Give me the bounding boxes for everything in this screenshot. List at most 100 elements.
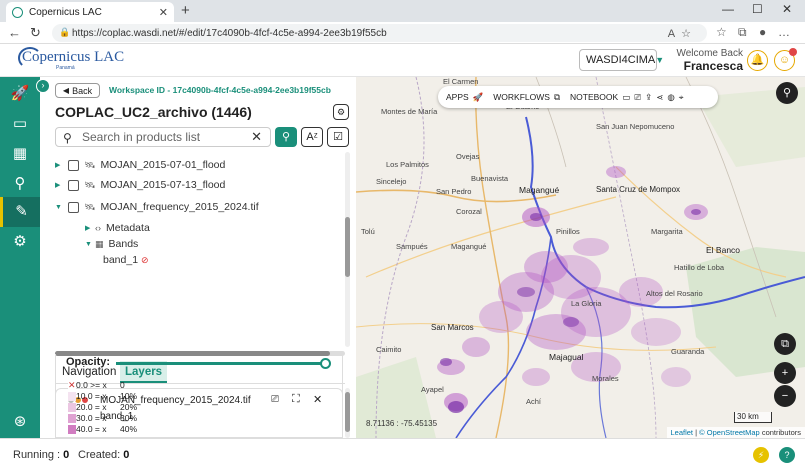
copernicus-logo[interactable]: Copernicus LAC Panamá — [18, 47, 124, 71]
user-name: Francesca — [683, 59, 743, 73]
workspace-settings-icon[interactable]: ⚙ — [333, 104, 349, 120]
expand-arrow-icon[interactable]: ▶ — [55, 161, 65, 169]
legend-range: 10.0 = x — [76, 391, 107, 401]
profile-icon[interactable]: ● — [759, 25, 766, 39]
legend-value: 40% — [120, 424, 138, 434]
new-tab-icon[interactable]: + — [181, 2, 190, 19]
map-canvas[interactable] — [356, 77, 805, 438]
layers-switch-icon[interactable]: ⧉ — [774, 333, 796, 355]
expand-arrow-icon[interactable]: ▶ — [85, 224, 95, 232]
legend-row: 30.0 = x 30% — [68, 413, 188, 424]
opacity-slider-track[interactable] — [116, 358, 331, 369]
product-search-input[interactable]: ⚲ Search in products list ✕ — [55, 127, 271, 147]
map-place-label: Achí — [526, 397, 542, 406]
back-arrow-icon[interactable]: ← — [8, 25, 21, 40]
close-tab-icon[interactable]: ✕ — [159, 6, 168, 19]
back-button[interactable]: ◀ Back — [55, 83, 100, 98]
globe-icon[interactable]: ◍ — [667, 92, 674, 103]
legend-swatch: ✕ — [68, 380, 76, 390]
collections-icon[interactable]: ⧉ — [738, 25, 747, 40]
product-row[interactable]: ▶ 🛰 MOJAN_2015-07-01_flood — [55, 155, 225, 175]
map-search-icon[interactable]: ⚲ — [776, 82, 798, 104]
scrollbar-thumb[interactable] — [345, 217, 350, 277]
running-value: 0 — [63, 449, 70, 461]
legend-value: 0 — [120, 380, 125, 390]
settings-gear-icon[interactable]: ⚙ — [0, 227, 40, 257]
code-icon: ‹› — [95, 223, 101, 233]
scrollbar-thumb[interactable] — [345, 392, 350, 432]
search-button[interactable]: ⚲ — [275, 127, 297, 147]
satellite-icon: 🛰 — [84, 179, 96, 190]
cursor-info-icon[interactable]: ⌖ — [679, 92, 684, 103]
legend-swatch — [68, 425, 76, 434]
legend-row: ✕ 0.0 >= x 0 — [68, 380, 188, 391]
map-view[interactable]: El Carmen Montes de María El Guamo San J… — [356, 77, 805, 438]
address-bar: ← ↻ 🔒 https://coplac.wasdi.net/#/edit/17… — [0, 22, 805, 44]
maximize-icon[interactable]: ☐ — [752, 2, 763, 16]
clear-search-icon[interactable]: ✕ — [251, 128, 262, 146]
zoom-out-icon[interactable]: − — [774, 385, 796, 407]
workspace-select[interactable]: WASDI4CIMA ▼ — [579, 49, 664, 71]
map-place-label: Magangué — [519, 185, 560, 195]
help-lifebuoy-icon[interactable]: ⊛ — [0, 407, 40, 437]
map-place-label: Guaranda — [671, 347, 705, 356]
expand-arrow-icon[interactable]: ▶ — [55, 181, 65, 189]
layers-vertical-scrollbar[interactable] — [345, 388, 350, 438]
band-node[interactable]: band_1 ⊘ — [103, 250, 149, 270]
notebook-button[interactable]: NOTEBOOK — [570, 92, 618, 102]
osm-link[interactable]: © OpenStreetMap — [699, 428, 760, 437]
notification-bell-icon[interactable]: 🔔 — [747, 50, 768, 71]
tree-vertical-scrollbar[interactable] — [345, 152, 350, 347]
map-place-label: Los Palmitos — [386, 160, 429, 169]
zoom-in-icon[interactable]: + — [774, 362, 796, 384]
product-checkbox[interactable] — [68, 201, 79, 213]
opacity-slider-fill — [116, 362, 326, 365]
close-window-icon[interactable]: ✕ — [782, 2, 792, 16]
nav-expand-chevron-icon[interactable]: › — [36, 79, 50, 93]
product-checkbox[interactable] — [68, 159, 79, 171]
workflow-icon[interactable]: ⧉ — [554, 92, 560, 103]
more-icon[interactable]: … — [778, 25, 790, 39]
url-field[interactable]: 🔒 https://coplac.wasdi.net/#/edit/17c409… — [52, 24, 707, 42]
laptop-icon[interactable]: ▭ — [622, 92, 630, 103]
search-nav-icon[interactable]: ⚲ — [0, 169, 40, 199]
product-row-expanded[interactable]: ▼ 🛰 MOJAN_frequency_2015_2024.tif — [55, 197, 259, 217]
apps-button[interactable]: APPS — [446, 92, 469, 102]
browser-tab[interactable]: Copernicus LAC ✕ — [6, 2, 174, 22]
map-place-label: Magangué — [451, 242, 487, 251]
collapse-arrow-icon[interactable]: ▼ — [55, 204, 65, 211]
lightning-icon[interactable]: ⚡ — [753, 447, 769, 463]
product-checkbox[interactable] — [68, 179, 79, 191]
rocket-icon[interactable]: 🚀 — [473, 92, 484, 103]
opacity-slider-knob[interactable] — [320, 358, 331, 369]
workflows-button[interactable]: WORKFLOWS — [493, 92, 550, 102]
sort-az-icon[interactable]: Aᶻ — [301, 127, 323, 147]
product-tree: ▶ 🛰 MOJAN_2015-07-01_flood ▶ 🛰 MOJAN_201… — [55, 155, 345, 350]
legend-range: 30.0 = x — [76, 413, 107, 423]
product-row[interactable]: ▶ 🛰 MOJAN_2015-07-13_flood — [55, 175, 225, 195]
left-nav: 🚀 ▭ ▦ ⚲ ✎ ⚙ ⊛ — [0, 77, 40, 438]
minimize-icon[interactable]: — — [722, 2, 734, 16]
favorites-icon[interactable]: ☆ — [716, 25, 727, 39]
map-place-label: Santa Cruz de Mompox — [596, 185, 681, 194]
map-place-label: Buenavista — [471, 174, 509, 183]
style-icon[interactable]: ⎚ — [634, 92, 641, 103]
collapse-arrow-icon[interactable]: ▼ — [85, 241, 95, 248]
workspace-title: COPLAC_UC2_archivo (1446) — [55, 104, 252, 120]
url-action-icons[interactable]: A☆ — [668, 27, 697, 40]
user-avatar[interactable]: ☺ — [774, 48, 797, 71]
lock-icon: 🔒 — [59, 27, 71, 37]
share-icon[interactable]: ⋖ — [656, 92, 663, 103]
band-visible-icon[interactable]: ⊘ — [141, 255, 149, 266]
leaflet-link[interactable]: Leaflet — [671, 428, 694, 437]
rocket-icon[interactable]: 🚀 — [0, 79, 40, 109]
bands-label: Bands — [108, 238, 139, 250]
select-all-checkbox-icon[interactable]: ☑ — [327, 127, 349, 147]
upload-icon[interactable]: ⇪ — [645, 92, 652, 103]
folder-icon[interactable]: ▭ — [0, 109, 40, 139]
edit-pencil-icon[interactable]: ✎ — [0, 197, 40, 227]
reload-icon[interactable]: ↻ — [30, 25, 41, 41]
calendar-icon[interactable]: ▦ — [0, 139, 40, 169]
info-icon[interactable]: ? — [779, 447, 795, 463]
bands-icon: ▦ — [95, 238, 104, 249]
